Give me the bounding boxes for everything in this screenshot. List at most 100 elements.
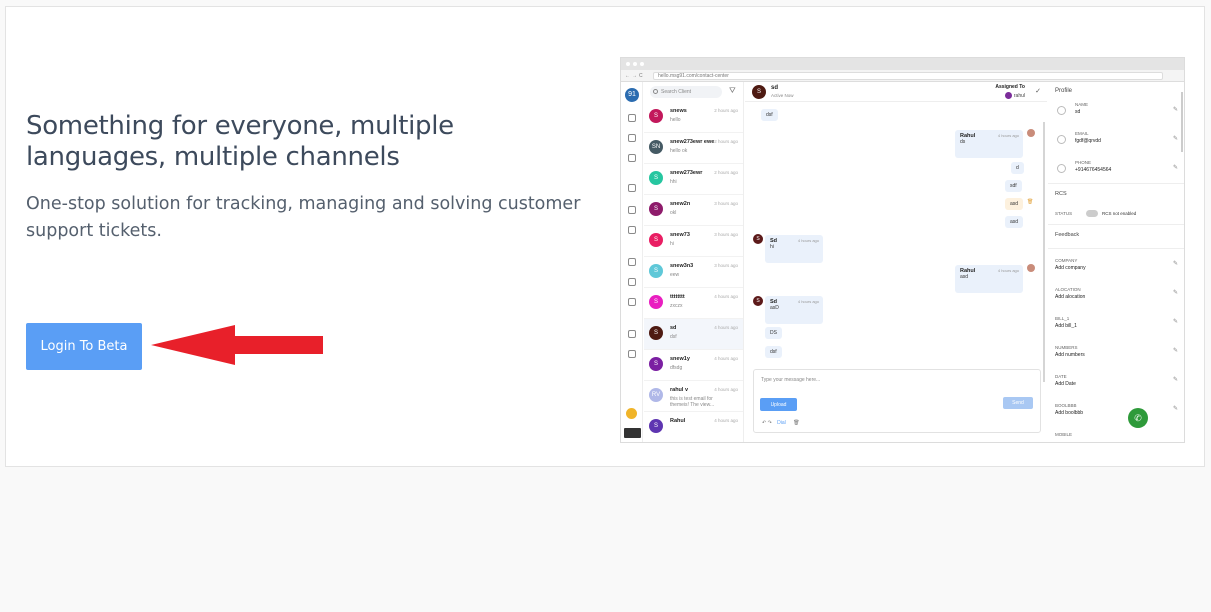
contact-row: Ssnews hello 2 hours ago	[644, 102, 743, 133]
chat-contact-name: sd	[771, 85, 779, 91]
window-dot-icon	[640, 62, 644, 66]
contact-time: 3 hours ago	[714, 232, 738, 237]
search-client-input: Search Client	[650, 86, 722, 98]
field-value: fgdf@qrvdd	[1075, 138, 1101, 144]
rcs-status: RCS not enabled	[1102, 211, 1137, 216]
contact-last-message: hello ok	[670, 148, 688, 154]
agent-avatar	[1027, 264, 1035, 272]
login-to-beta-button[interactable]: Login To Beta	[26, 323, 142, 370]
contact-row: Stttttttt zxczx 4 hours ago	[644, 288, 743, 319]
custom-field-value: Add bill_1	[1055, 323, 1077, 329]
edit-icon: ✎	[1173, 406, 1179, 412]
contact-row: Ssnew3n3 eew 3 hours ago	[644, 257, 743, 288]
custom-field-label: NUMBERS	[1055, 345, 1078, 350]
message-text: DS	[770, 330, 777, 336]
message-time: 4 hours ago	[997, 268, 1019, 273]
custom-field-label: ALOCATION	[1055, 287, 1081, 292]
contact-last-message: hi	[670, 241, 674, 247]
message-time: 4 hours ago	[797, 299, 819, 304]
field-value: sd	[1075, 109, 1081, 115]
custom-field-value: Add alocation	[1055, 294, 1086, 300]
trash-icon: 🗑	[793, 420, 800, 426]
message-bubble: Sd 4 hours ago hi	[765, 235, 823, 263]
trash-icon: 🗑	[1027, 199, 1034, 205]
hero-subline: One-stop solution for tracking, managing…	[26, 194, 581, 241]
edit-icon: ✎	[1173, 319, 1179, 325]
message-bubble: asd	[1005, 198, 1024, 210]
agent-avatar	[1027, 129, 1035, 137]
contact-avatar: S	[649, 326, 663, 340]
contact-row: Ssnew2n okl 3 hours ago	[644, 195, 743, 226]
contact-avatar: S	[649, 233, 663, 247]
feedback-heading: Feedback	[1055, 232, 1080, 238]
contact-last-message: this is test email for themeis! The view…	[670, 396, 715, 408]
client-avatar: S	[753, 296, 763, 306]
phone-call-icon: ✆	[1128, 408, 1148, 428]
edit-icon: ✎	[1173, 261, 1179, 267]
message-text: hi	[770, 244, 774, 250]
edit-icon: ✎	[1173, 290, 1179, 296]
contact-time: 4 hours ago	[714, 294, 738, 299]
custom-field-label: COMPANY	[1055, 258, 1078, 263]
message-composer: Type your message here... Upload Send ↶ …	[753, 369, 1041, 433]
edit-icon: ✎	[1173, 165, 1179, 171]
contact-last-message: hello	[670, 117, 681, 123]
chat-panel: S sd Active Now Assigned To rahul ✓ dsf …	[745, 82, 1047, 442]
message-text: asD	[770, 305, 779, 311]
email-icon	[1057, 135, 1066, 144]
rail-nav-icon	[628, 114, 636, 122]
contact-name: sd	[670, 325, 677, 331]
contact-avatar: S	[649, 295, 663, 309]
contact-avatar: S	[649, 109, 663, 123]
browser-chrome	[621, 58, 1184, 70]
red-arrow-icon	[151, 325, 323, 365]
contact-name: snew73	[670, 232, 690, 238]
composer-tools: ↶ ↷ Dial 🗑	[762, 420, 800, 426]
contact-name: tttttttt	[670, 294, 685, 300]
chat-scrollbar	[1043, 122, 1045, 382]
assigned-to-label: Assigned To	[995, 84, 1025, 90]
contact-row: Ssnew73 hi 3 hours ago	[644, 226, 743, 257]
app-window: 91 Search Client ⛛ S snews hello 2 hours…	[621, 82, 1184, 442]
contact-rows: Ssnews hello 2 hours ago SN snew273ewr ewe he…	[644, 102, 743, 442]
browser-url-bar: ←→C hello.msg91.com/contact-center	[621, 70, 1184, 82]
rail-nav-icon	[628, 298, 636, 306]
message-text: asd	[1010, 201, 1019, 207]
divider	[1048, 224, 1184, 225]
field-label: NAME	[1075, 102, 1089, 107]
message-bubble: dsf	[761, 109, 778, 121]
contact-last-message: dfsdg	[670, 365, 683, 371]
contact-avatar: S	[752, 85, 766, 99]
contact-name: snew2n	[670, 201, 691, 207]
contact-last-message: hhi	[670, 179, 677, 185]
contact-row: Ssnew1y dfsdg 4 hours ago	[644, 350, 743, 381]
custom-field-label: DATE	[1055, 374, 1067, 379]
contact-time: 4 hours ago	[714, 418, 738, 423]
browser-url: hello.msg91.com/contact-center	[653, 72, 1163, 80]
phone-icon	[1057, 164, 1066, 173]
send-button: Send	[1003, 397, 1033, 409]
message-time: 4 hours ago	[797, 238, 819, 243]
contact-avatar: S	[649, 171, 663, 185]
contact-name: snew3n3	[670, 263, 694, 269]
hero-headline: Something for everyone, multiple languag…	[26, 111, 454, 172]
msg91-logo-icon: 91	[625, 88, 639, 102]
check-icon: ✓	[1035, 88, 1041, 95]
contact-row: Ssnew273ewr hhi 2 hours ago	[644, 164, 743, 195]
user-icon	[1057, 106, 1066, 115]
message-text: asd	[1010, 219, 1019, 225]
contact-row: SN snew273ewr ewe hello ok 2 hours ago	[644, 133, 743, 164]
assignee-avatar	[1004, 92, 1012, 99]
assignee-name: rahul	[1013, 92, 1025, 99]
status-label: STATUS	[1055, 211, 1073, 216]
contact-avatar: S	[649, 357, 663, 371]
contact-time: 4 hours ago	[714, 387, 738, 392]
contact-list: Search Client ⛛ Ssnews hello 2 hours ago SN…	[644, 82, 744, 442]
message-bubble: Rahul 4 hours ago ds	[955, 130, 1023, 158]
contact-name: snew273ewr ewe	[670, 139, 715, 145]
window-dot-icon	[633, 62, 637, 66]
profile-title: Profile	[1055, 88, 1073, 94]
composer-placeholder: Type your message here...	[761, 377, 821, 383]
contact-time: 4 hours ago	[714, 325, 738, 330]
profile-scrollbar	[1181, 92, 1183, 152]
